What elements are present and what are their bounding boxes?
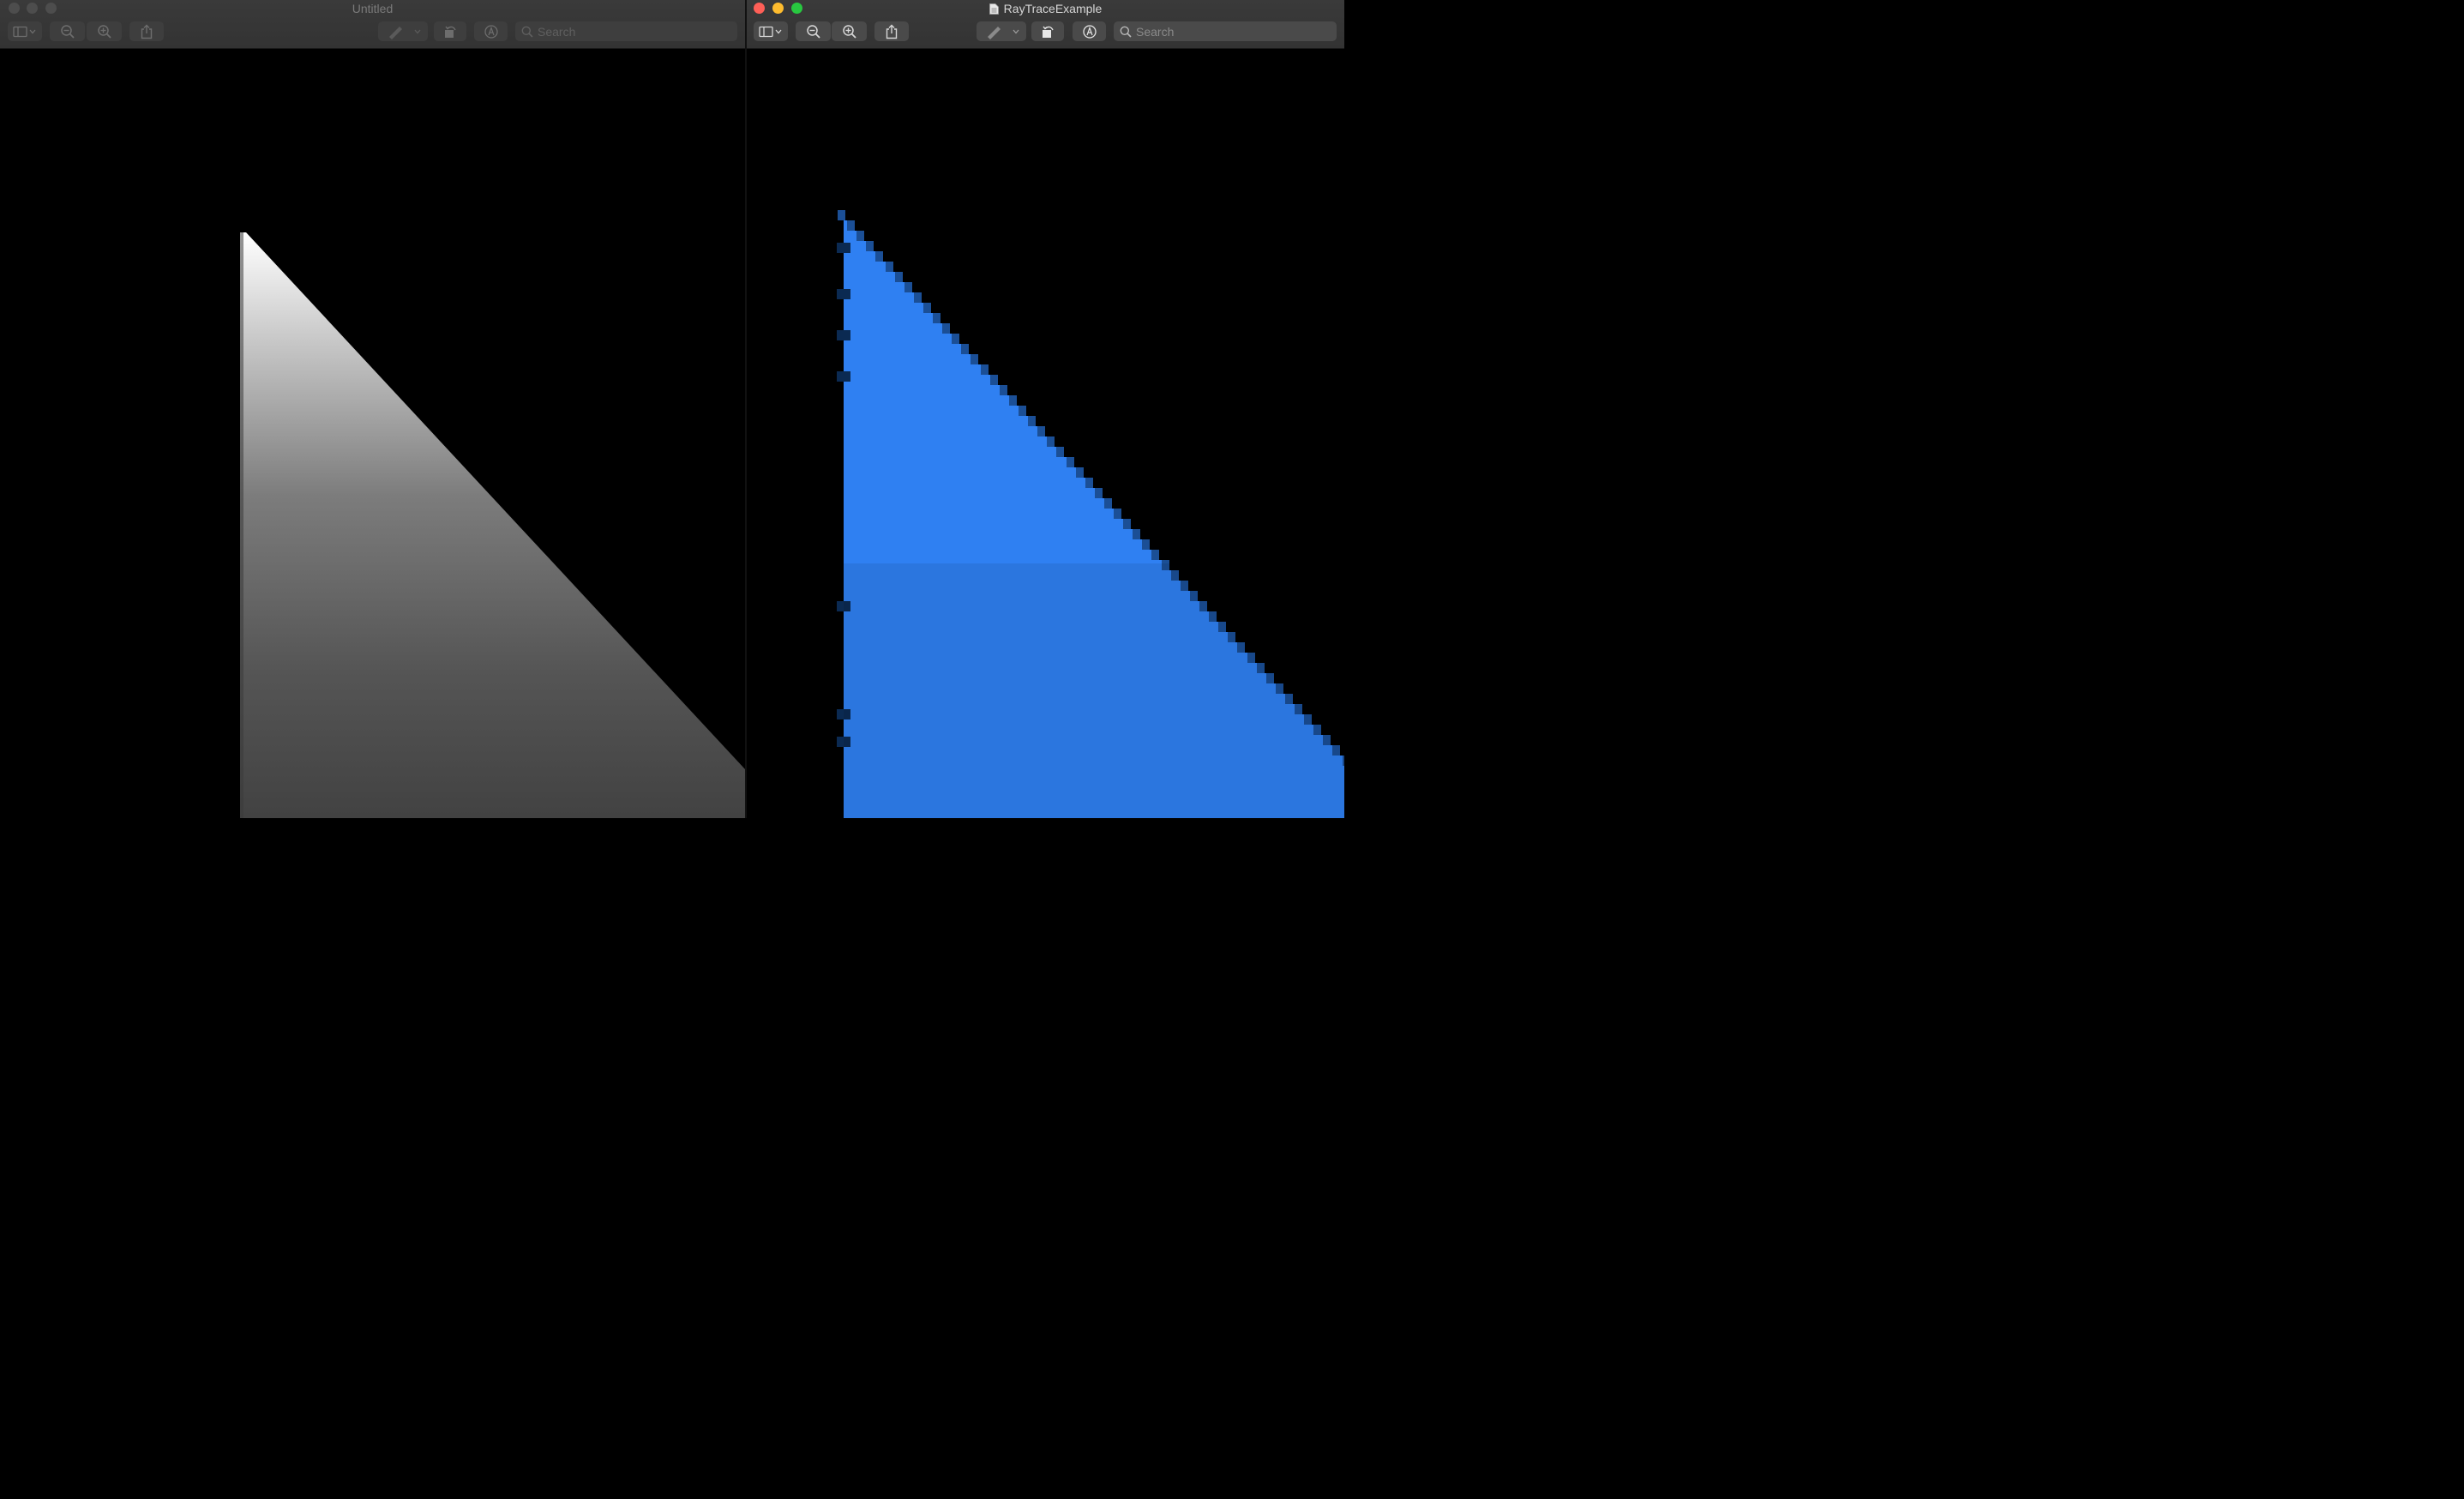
edge-pixel: [1019, 406, 1026, 416]
edge-pixel: [838, 210, 845, 220]
edge-pixel: [981, 364, 989, 375]
search-field[interactable]: [515, 21, 737, 41]
edge-pixel: [1067, 457, 1074, 467]
window-title: Untitled: [352, 2, 394, 15]
edge-pixel: [1142, 539, 1150, 550]
titlebar[interactable]: RayTraceExample: [747, 0, 1344, 49]
blue-triangle-render: [837, 210, 1344, 818]
markup-button[interactable]: [977, 21, 1026, 41]
titlebar[interactable]: Untitled: [0, 0, 745, 49]
edge-pixel: [866, 241, 874, 251]
edge-pixel: [895, 272, 903, 282]
search-field[interactable]: [1114, 21, 1337, 41]
zoom-in-button[interactable]: [87, 21, 122, 41]
zoom-out-button[interactable]: [796, 21, 831, 41]
image-canvas[interactable]: [747, 49, 1344, 818]
edge-artifact-pixel: [837, 330, 850, 340]
sidebar-toggle-button[interactable]: [754, 21, 788, 41]
preview-window-untitled: Untitled: [0, 0, 745, 818]
edge-pixel: [875, 251, 883, 262]
edge-artifact-pixel: [837, 243, 850, 253]
edge-pixel: [856, 231, 864, 241]
annotate-button[interactable]: [474, 21, 508, 41]
edge-pixel: [1000, 385, 1007, 395]
edge-pixel: [961, 344, 969, 354]
annotate-circle-icon: [484, 24, 498, 39]
preview-window-raytraceexample: RayTraceExample: [747, 0, 1344, 818]
zoom-in-icon: [97, 24, 111, 39]
image-canvas[interactable]: [0, 49, 745, 818]
edge-pixel: [886, 262, 893, 272]
window-title-row: RayTraceExample: [747, 1, 1344, 16]
markup-button[interactable]: [378, 21, 428, 41]
edge-pixel: [1047, 436, 1055, 447]
edge-pixel: [914, 292, 922, 303]
edge-pixel: [1095, 488, 1103, 498]
share-button[interactable]: [129, 21, 164, 41]
zoom-out-icon: [60, 24, 75, 39]
search-icon: [521, 26, 533, 38]
zoom-out-icon: [806, 24, 820, 39]
search-input[interactable]: [538, 24, 718, 39]
sidebar-toggle-icon: [13, 26, 36, 37]
rotate-button[interactable]: [1031, 21, 1064, 41]
search-input[interactable]: [1136, 24, 1316, 39]
sidebar-toggle-button[interactable]: [8, 21, 42, 41]
edge-pixel: [1133, 529, 1140, 539]
edge-pixel: [1076, 467, 1084, 478]
edge-pixel: [1104, 498, 1112, 509]
edge-artifact-pixel: [837, 289, 850, 299]
rotate-button[interactable]: [434, 21, 466, 41]
window-title: RayTraceExample: [1003, 2, 1103, 15]
edge-pixel: [1028, 416, 1036, 426]
edge-pixel: [1085, 478, 1093, 488]
pen-markup-icon: [988, 26, 1019, 39]
rotate-left-icon: [445, 26, 456, 38]
search-icon: [1120, 26, 1132, 38]
edge-pixel: [1056, 447, 1064, 457]
edge-pixel: [1114, 509, 1121, 519]
edge-pixel: [1037, 426, 1045, 436]
edge-pixel: [923, 303, 931, 313]
edge-pixel: [1009, 395, 1017, 406]
edge-pixel: [971, 354, 978, 364]
gradient-triangle-render: [240, 232, 745, 818]
annotate-circle-icon: [1082, 24, 1097, 39]
edge-artifact-pixel: [837, 371, 850, 382]
edge-pixel: [990, 375, 998, 385]
edge-pixel: [904, 282, 912, 292]
annotate-button[interactable]: [1073, 21, 1106, 41]
sidebar-toggle-icon: [759, 26, 782, 37]
edge-pixel: [1123, 519, 1131, 529]
document-icon: [989, 3, 999, 15]
edge-pixel: [933, 313, 941, 323]
rotate-left-icon: [1043, 26, 1054, 38]
share-icon: [141, 24, 153, 39]
edge-pixel: [952, 334, 959, 344]
zoom-in-button[interactable]: [832, 21, 867, 41]
edge-pixel: [1151, 550, 1159, 560]
share-button[interactable]: [874, 21, 909, 41]
edge-pixel: [942, 323, 950, 334]
zoom-out-button[interactable]: [50, 21, 85, 41]
edge-pixel: [847, 220, 855, 231]
zoom-in-icon: [842, 24, 856, 39]
bottom-shade: [844, 563, 1344, 818]
pen-markup-icon: [389, 26, 421, 39]
share-icon: [886, 24, 898, 39]
